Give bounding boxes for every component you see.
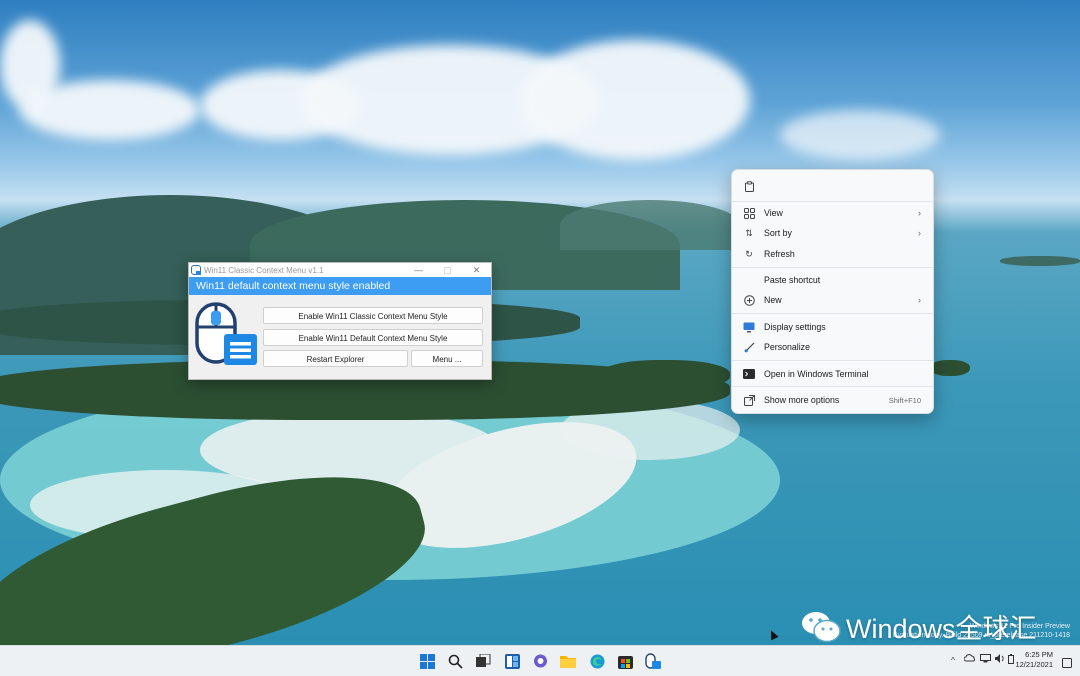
close-button[interactable]: ✕ — [462, 263, 491, 277]
menu-item-personalize[interactable]: Personalize — [736, 337, 929, 357]
mouse-menu-icon — [195, 302, 257, 365]
menu-item-label: Personalize — [764, 342, 810, 352]
grid-icon — [743, 207, 755, 219]
enable-classic-button[interactable]: Enable Win11 Classic Context Menu Style — [263, 307, 483, 324]
refresh-icon: ↻ — [745, 248, 753, 259]
plus-circle-icon — [743, 294, 755, 306]
wechat-icon — [800, 609, 842, 645]
menu-item-display-settings[interactable]: Display settings — [736, 317, 929, 337]
shortcut-hint: Shift+F10 — [888, 395, 921, 405]
chat-icon[interactable] — [531, 652, 549, 670]
widgets-icon[interactable] — [503, 652, 521, 670]
tool-window: Win11 Classic Context Menu v1.1 — ▢ ✕ Wi… — [188, 262, 492, 380]
onedrive-icon[interactable] — [963, 654, 976, 664]
clipboard-icon — [743, 180, 755, 192]
minimize-button[interactable]: — — [404, 263, 433, 277]
context-menu-tool-icon[interactable] — [644, 652, 662, 670]
share-icon — [743, 394, 755, 406]
menu-item-label: New — [764, 295, 782, 305]
enable-default-button[interactable]: Enable Win11 Default Context Menu Style — [263, 329, 483, 346]
menu-item-open-terminal[interactable]: Open in Windows Terminal — [736, 364, 929, 384]
menu-item-refresh[interactable]: ↻ Refresh — [736, 244, 929, 264]
paste-button[interactable] — [736, 175, 929, 197]
title-bar[interactable]: Win11 Classic Context Menu v1.1 — ▢ ✕ — [189, 263, 491, 277]
app-icon — [191, 265, 201, 275]
menu-item-new[interactable]: New › — [736, 290, 929, 310]
context-menu: View › ⇅ Sort by › ↻ Refresh Paste short… — [731, 169, 934, 414]
menu-item-label: Display settings — [764, 322, 826, 332]
clock-date: 12/21/2021 — [1015, 660, 1053, 669]
search-icon[interactable] — [446, 652, 464, 670]
menu-item-label: View — [764, 208, 783, 218]
menu-item-label: Show more options — [764, 395, 840, 405]
maximize-button[interactable]: ▢ — [433, 263, 462, 277]
menu-item-label: Sort by — [764, 228, 792, 238]
task-view-icon[interactable] — [474, 652, 492, 670]
volume-icon[interactable] — [995, 654, 1006, 665]
status-bar: Win11 default context menu style enabled — [189, 277, 491, 295]
menu-item-label: Refresh — [764, 249, 795, 259]
menu-item-label: Open in Windows Terminal — [764, 369, 869, 379]
menu-item-view[interactable]: View › — [736, 203, 929, 223]
store-icon[interactable] — [616, 652, 634, 670]
wechat-title: Windows全球汇 — [846, 614, 1037, 644]
tray-overflow-chevron-icon[interactable]: ^ — [951, 655, 955, 665]
menu-item-sort-by[interactable]: ⇅ Sort by › — [736, 223, 929, 243]
terminal-icon — [743, 368, 755, 380]
sort-icon: ⇅ — [745, 227, 753, 238]
system-clock[interactable]: 6:25 PM 12/21/2021 — [1015, 650, 1053, 670]
network-icon[interactable] — [980, 654, 991, 665]
chevron-right-icon: › — [918, 208, 921, 218]
clock-time: 6:25 PM — [1025, 650, 1053, 659]
taskbar: ^ 6:25 PM 12/21/2021 — [0, 645, 1080, 676]
start-icon[interactable] — [418, 652, 436, 670]
edge-icon[interactable] — [588, 652, 606, 670]
file-explorer-icon[interactable] — [559, 652, 577, 670]
battery-icon[interactable] — [1008, 654, 1014, 666]
wechat-watermark: Windows全球汇 — [800, 607, 1037, 646]
menu-item-paste-shortcut[interactable]: Paste shortcut — [736, 270, 929, 290]
notification-icon[interactable] — [1062, 655, 1072, 673]
window-title: Win11 Classic Context Menu v1.1 — [204, 265, 324, 275]
menu-button[interactable]: Menu ... — [411, 350, 483, 367]
menu-item-show-more-options[interactable]: Show more options Shift+F10 — [736, 390, 929, 410]
chevron-right-icon: › — [918, 228, 921, 238]
display-icon — [743, 321, 755, 333]
chevron-right-icon: › — [918, 295, 921, 305]
menu-item-label: Paste shortcut — [764, 275, 821, 285]
restart-explorer-button[interactable]: Restart Explorer — [263, 350, 408, 367]
brush-icon — [743, 341, 755, 353]
